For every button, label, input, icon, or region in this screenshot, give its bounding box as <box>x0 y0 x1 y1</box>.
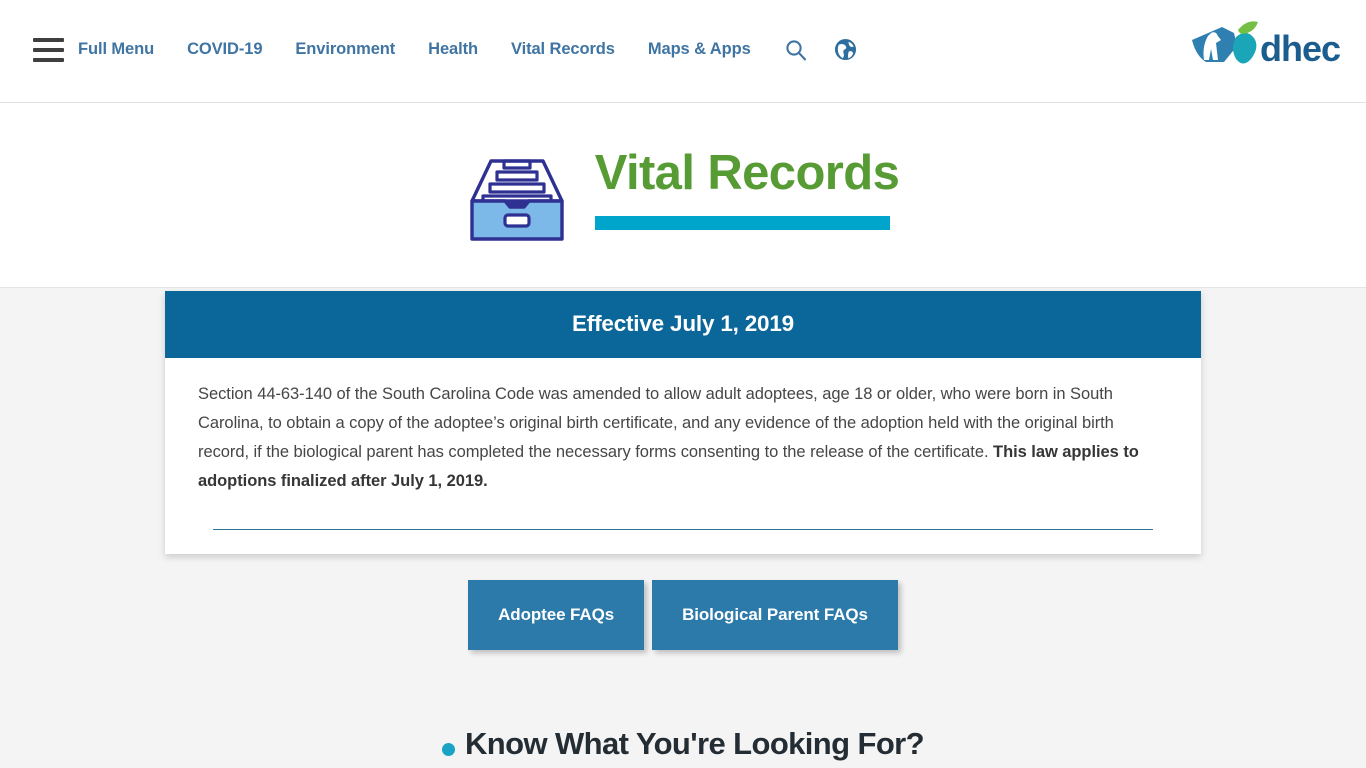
nav-link-maps-and-apps[interactable]: Maps & Apps <box>648 36 751 63</box>
nav-link-full-menu[interactable]: Full Menu <box>78 36 154 63</box>
hamburger-icon[interactable] <box>33 37 64 62</box>
card-body: Section 44-63-140 of the South Carolina … <box>165 358 1201 554</box>
effective-date-card: Effective July 1, 2019 Section 44-63-140… <box>165 291 1201 554</box>
page-title: Vital Records <box>594 146 900 200</box>
know-what-youre-looking-for-heading: Know What You're Looking For? <box>0 726 1366 762</box>
section-heading-label: Know What You're Looking For? <box>465 726 925 761</box>
hamburger-bar <box>33 57 64 62</box>
nav-link-health[interactable]: Health <box>428 36 478 63</box>
faq-button-row: Adoptee FAQs Biological Parent FAQs <box>0 580 1366 650</box>
nav-link-environment[interactable]: Environment <box>295 36 395 63</box>
card-paragraph-text: Section 44-63-140 of the South Carolina … <box>198 385 1114 461</box>
card-footer-spacer <box>198 530 1168 554</box>
dhec-logo[interactable]: dhec <box>1188 16 1341 76</box>
nav-link-covid-19[interactable]: COVID-19 <box>187 36 262 63</box>
hamburger-bar <box>33 47 64 52</box>
biological-parent-faqs-button[interactable]: Biological Parent FAQs <box>652 580 898 650</box>
svg-text:dhec: dhec <box>1260 28 1340 69</box>
page-title-band: Vital Records <box>0 103 1366 288</box>
globe-icon[interactable] <box>834 38 857 61</box>
main-content: Effective July 1, 2019 Section 44-63-140… <box>0 288 1366 768</box>
nav-link-vital-records[interactable]: Vital Records <box>511 36 615 63</box>
title-underline-bar <box>594 215 890 230</box>
card-paragraph: Section 44-63-140 of the South Carolina … <box>198 380 1168 496</box>
bullet-dot-icon <box>442 742 456 756</box>
search-icon[interactable] <box>784 38 808 62</box>
file-drawer-icon <box>467 155 567 247</box>
hamburger-bar <box>33 37 64 42</box>
primary-navigation: Full Menu COVID-19 Environment Health Vi… <box>33 36 857 63</box>
site-header: Full Menu COVID-19 Environment Health Vi… <box>0 0 1366 103</box>
card-header: Effective July 1, 2019 <box>165 291 1201 358</box>
adoptee-faqs-button[interactable]: Adoptee FAQs <box>468 580 645 650</box>
